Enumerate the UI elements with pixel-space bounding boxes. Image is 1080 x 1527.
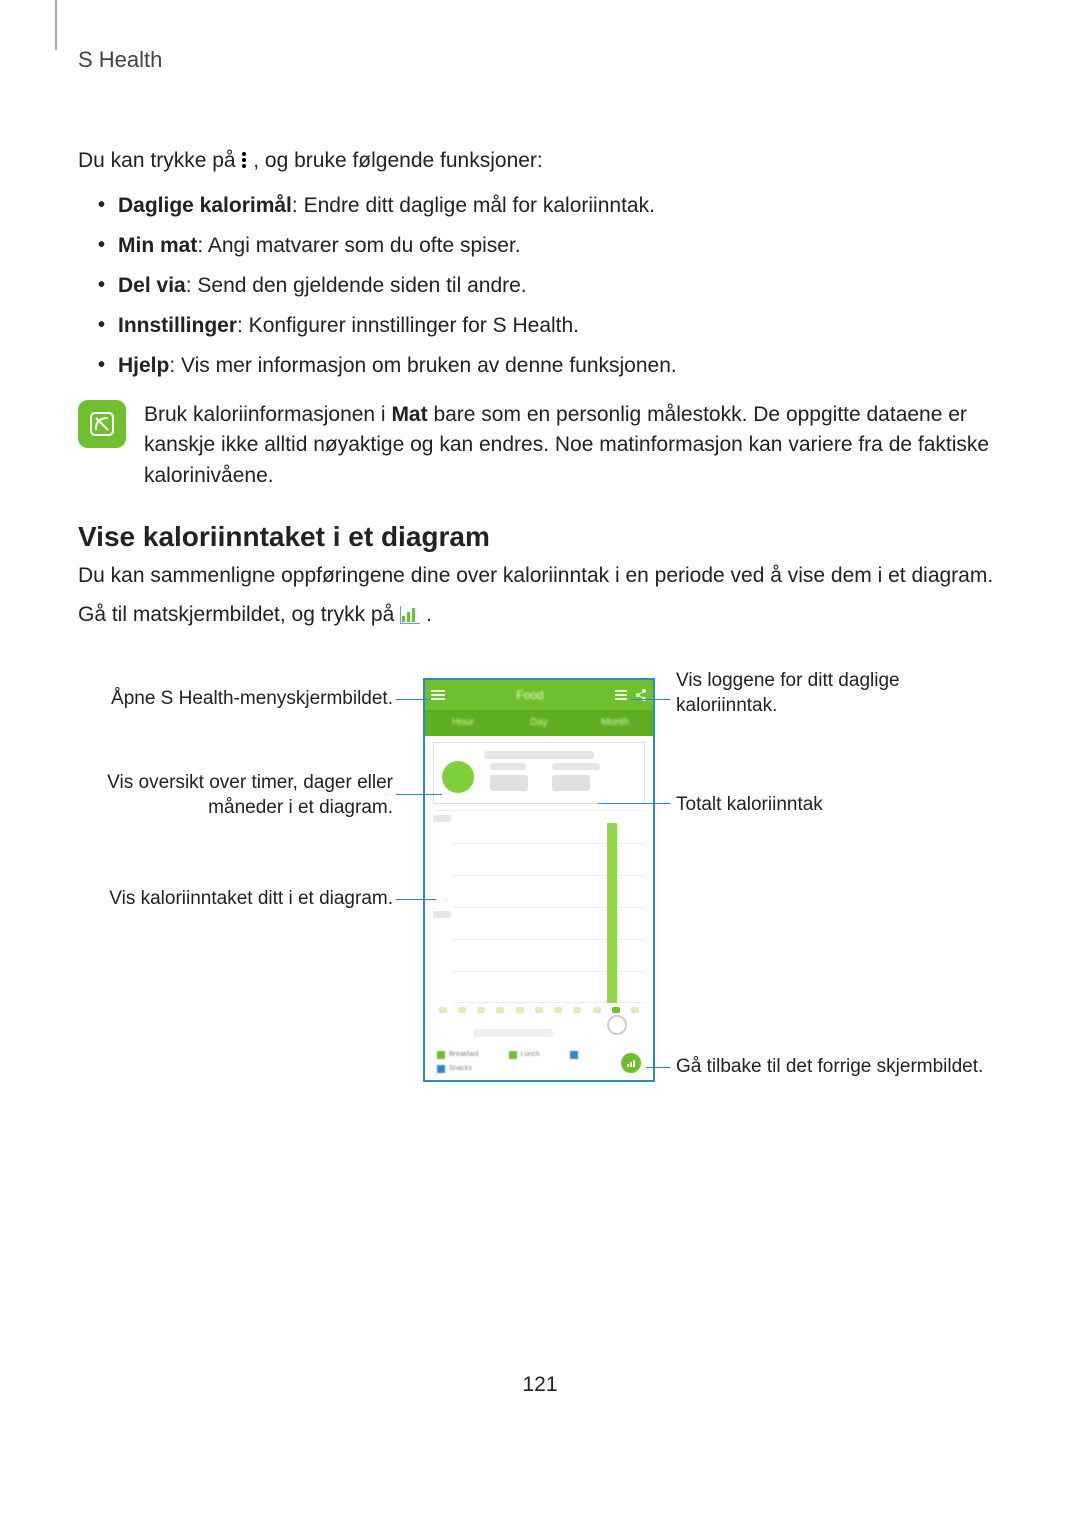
chart-area — [433, 810, 645, 1003]
x-tick — [631, 1007, 639, 1013]
legend-item: Snacks — [437, 1065, 472, 1073]
callout-time-overview: Vis oversikt over timer, dager eller mån… — [78, 771, 393, 820]
option-term: Daglige kalorimål — [118, 194, 292, 217]
app-bar: Food — [425, 680, 653, 710]
x-tick — [458, 1007, 466, 1013]
y-axis-label — [433, 911, 451, 918]
option-desc: : Vis mer informasjon om bruken av denne… — [169, 354, 676, 377]
legend-label: Lunch — [521, 1051, 540, 1058]
lead-line — [396, 699, 430, 701]
list-icon[interactable] — [615, 689, 627, 701]
lead-line — [598, 803, 670, 805]
card-value-a — [490, 775, 528, 791]
more-vert-icon — [241, 151, 247, 169]
option-term: Del via — [118, 274, 186, 297]
x-tick-active — [612, 1007, 620, 1013]
option-desc: : Konfigurer innstillinger for S Health. — [237, 314, 579, 337]
x-axis-label — [473, 1029, 553, 1037]
slider-knob[interactable] — [607, 1015, 627, 1035]
legend-swatch — [570, 1051, 578, 1059]
legend-item: Breakfast — [437, 1051, 479, 1059]
legend-item: Lunch — [509, 1051, 540, 1059]
intro-after: , og bruke følgende funksjoner: — [253, 149, 543, 172]
total-calories-value — [552, 775, 590, 791]
p2-before: Gå til matskjermbildet, og trykk på — [78, 603, 400, 626]
option-term: Innstillinger — [118, 314, 237, 337]
option-desc: : Endre ditt daglige mål for kaloriinnta… — [292, 194, 655, 217]
note-row: Bruk kaloriinformasjonen i Mat bare som … — [78, 400, 1002, 491]
legend-label: Breakfast — [449, 1051, 479, 1058]
y-axis-label — [433, 815, 451, 822]
chart-bar — [607, 823, 617, 1003]
legend-swatch — [437, 1065, 445, 1073]
legend-swatch — [509, 1051, 517, 1059]
lead-line — [630, 699, 670, 701]
x-tick — [554, 1007, 562, 1013]
section-heading: Vise kaloriinntaket i et diagram — [78, 521, 1002, 553]
diagram-area: Food Hour Day Month — [78, 663, 1002, 1123]
intro-paragraph: Du kan trykke på , og bruke følgende fun… — [78, 146, 1002, 176]
x-tick — [477, 1007, 485, 1013]
x-tick — [516, 1007, 524, 1013]
option-term: Min mat — [118, 234, 197, 257]
options-list: Daglige kalorimål: Endre ditt daglige må… — [98, 186, 1002, 385]
lead-line — [396, 899, 436, 901]
intro-before: Du kan trykke på — [78, 149, 241, 172]
app-title: Food — [516, 688, 543, 702]
note-text: Bruk kaloriinformasjonen i Mat bare som … — [144, 400, 1002, 491]
list-item: Innstillinger: Konfigurer innstillinger … — [98, 306, 1002, 346]
time-tabs[interactable]: Hour Day Month — [425, 710, 653, 736]
option-desc: : Angi matvarer som du ofte spiser. — [197, 234, 520, 257]
list-item: Daglige kalorimål: Endre ditt daglige må… — [98, 186, 1002, 226]
progress-circle — [442, 761, 474, 793]
note-icon — [78, 400, 126, 448]
header-title: S Health — [78, 40, 1002, 76]
summary-card — [433, 742, 645, 804]
callout-total: Totalt kaloriinntak — [676, 793, 996, 818]
header-rule — [55, 0, 57, 50]
legend: Breakfast Lunch Snacks — [433, 1049, 645, 1077]
x-tick — [535, 1007, 543, 1013]
x-tick — [439, 1007, 447, 1013]
back-icon — [626, 1058, 636, 1068]
card-label-b — [552, 763, 600, 770]
back-button[interactable] — [621, 1053, 641, 1073]
list-item: Hjelp: Vis mer informasjon om bruken av … — [98, 346, 1002, 386]
lead-line — [396, 794, 442, 796]
note-before: Bruk kaloriinformasjonen i — [144, 403, 391, 426]
note-bold: Mat — [391, 403, 427, 426]
x-tick — [593, 1007, 601, 1013]
callout-show-chart: Vis kaloriinntaket ditt i et diagram. — [78, 887, 393, 912]
phone-screenshot: Food Hour Day Month — [423, 678, 655, 1082]
callout-open-menu: Åpne S Health-menyskjermbildet. — [78, 687, 393, 712]
card-label-a — [490, 763, 526, 770]
tab-month[interactable]: Month — [577, 710, 653, 736]
tab-hour[interactable]: Hour — [425, 710, 501, 736]
option-desc: : Send den gjeldende siden til andre. — [186, 274, 527, 297]
page: S Health Du kan trykke på , og bruke føl… — [0, 0, 1080, 1500]
x-tick — [496, 1007, 504, 1013]
callout-go-back: Gå tilbake til det forrige skjermbildet. — [676, 1055, 996, 1080]
lead-line — [646, 1067, 670, 1069]
menu-icon[interactable] — [431, 690, 445, 700]
p2-after: . — [426, 603, 432, 626]
section-para: Du kan sammenligne oppføringene dine ove… — [78, 561, 1002, 591]
chart-icon — [400, 603, 420, 633]
x-axis — [433, 1003, 645, 1049]
list-item: Min mat: Angi matvarer som du ofte spise… — [98, 226, 1002, 266]
list-item: Del via: Send den gjeldende siden til an… — [98, 266, 1002, 306]
legend-label: Snacks — [449, 1065, 472, 1072]
callout-view-logs: Vis loggene for ditt daglige kaloriinnta… — [676, 669, 996, 718]
date-label — [484, 751, 594, 759]
page-number: 121 — [78, 1373, 1002, 1397]
x-tick — [573, 1007, 581, 1013]
legend-swatch — [437, 1051, 445, 1059]
tab-day[interactable]: Day — [501, 710, 577, 736]
option-term: Hjelp — [118, 354, 169, 377]
legend-item — [570, 1051, 582, 1059]
section-para2: Gå til matskjermbildet, og trykk på . — [78, 600, 1002, 633]
